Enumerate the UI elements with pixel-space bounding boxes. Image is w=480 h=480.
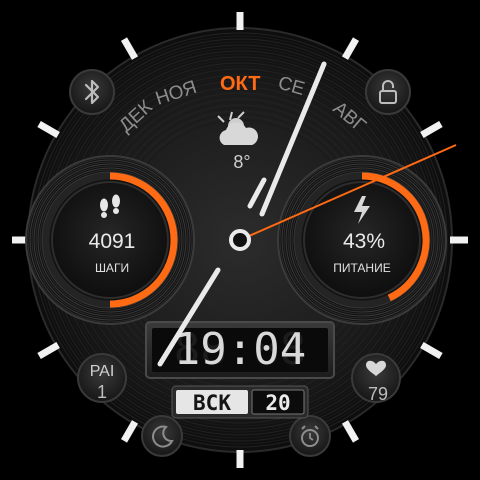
center-cap <box>229 229 251 251</box>
dnd-button[interactable] <box>141 415 183 457</box>
weather-temperature: 8° <box>233 152 250 172</box>
date-box: ВСК 20 <box>171 385 309 419</box>
watch-face: ДЕК НОЯ ОКТ СЕ АВГ 8° 4091 ШАГИ 43% ПИТА… <box>0 0 480 480</box>
battery-label: ПИТАНИЕ <box>333 261 390 275</box>
lock-button[interactable] <box>365 69 411 115</box>
heart-rate-widget[interactable]: 79 <box>351 353 401 404</box>
pai-value: 1 <box>97 382 107 402</box>
digital-time: 19:04 <box>174 324 306 375</box>
battery-subdial[interactable]: 43% ПИТАНИЕ <box>277 155 447 325</box>
pai-label: PAI <box>90 363 115 380</box>
steps-label: ШАГИ <box>95 261 129 275</box>
bluetooth-button[interactable] <box>69 69 115 115</box>
heart-rate-value: 79 <box>368 384 388 404</box>
alarm-button[interactable] <box>289 415 331 457</box>
digital-time-box: 88:88 19:04 <box>145 321 335 379</box>
steps-value: 4091 <box>89 230 136 253</box>
steps-subdial[interactable]: 4091 ШАГИ <box>25 155 195 325</box>
pai-widget[interactable]: PAI 1 <box>77 353 127 403</box>
date-day: 20 <box>265 391 290 415</box>
month-current: ОКТ <box>220 73 260 95</box>
date-weekday: ВСК <box>193 391 231 415</box>
battery-value: 43% <box>343 230 385 253</box>
